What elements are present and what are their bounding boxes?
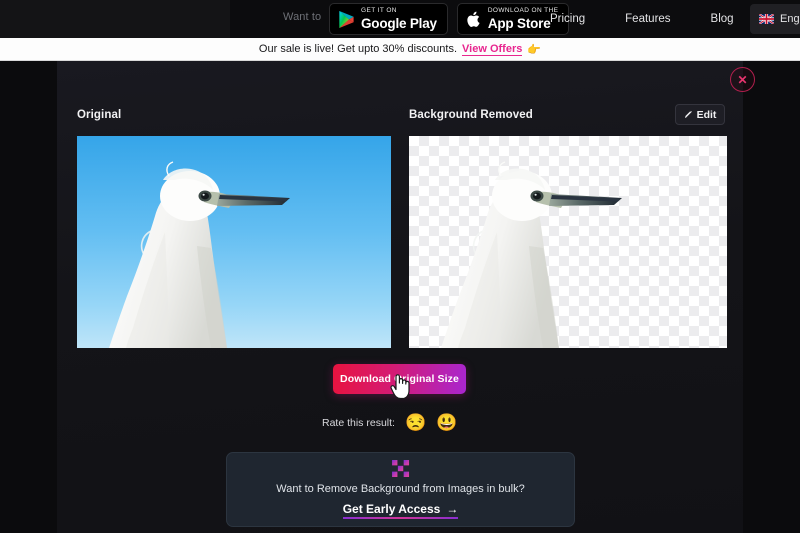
rate-result-row: Rate this result: 😒 😃 [322, 414, 457, 431]
google-play-badge[interactable]: GET IT ON Google Play [329, 3, 448, 35]
edit-button[interactable]: Edit [675, 104, 725, 125]
app-store-badge-text: Download on the App Store [487, 7, 559, 31]
removed-panel-label: Background Removed [409, 109, 533, 121]
view-offers-link[interactable]: View Offers [462, 43, 523, 56]
bulk-x-logo-icon [391, 460, 409, 477]
top-navigation-bar: Want to GET IT ON Google Play DOWNLOAD O… [0, 0, 800, 38]
language-label: English [780, 13, 800, 25]
nav-promo-text: Want to [283, 11, 322, 23]
get-early-access-link[interactable]: Get Early Access → [342, 502, 459, 519]
rate-result-label: Rate this result: [322, 416, 395, 429]
egret-photo-cutout [441, 161, 622, 348]
sale-banner-text: Our sale is live! Get upto 30% discounts… [258, 43, 458, 55]
bulk-promo-text: Want to Remove Background from Images in… [276, 483, 525, 495]
app-store-badge-top-label: Download on the [487, 7, 559, 14]
nav-link-pricing[interactable]: Pricing [550, 13, 585, 25]
google-play-icon [339, 10, 354, 28]
rate-sad-face-icon[interactable]: 😒 [405, 414, 426, 431]
egret-photo-original [77, 136, 391, 348]
nav-link-features[interactable]: Features [625, 13, 670, 25]
cta-underline [342, 517, 459, 519]
apple-icon [467, 11, 480, 27]
nav-left-region [0, 0, 230, 38]
arrow-right-icon: → [446, 502, 459, 516]
sale-banner: Our sale is live! Get upto 30% discounts… [0, 38, 800, 61]
download-button-label: Download Original Size [340, 373, 459, 385]
app-store-badge-main-label: App Store [487, 15, 551, 31]
language-selector[interactable]: English [750, 4, 800, 34]
uk-flag-icon [759, 14, 774, 24]
close-icon: ✕ [737, 72, 748, 87]
download-original-size-button[interactable]: Download Original Size [333, 364, 466, 394]
google-play-badge-top-label: GET IT ON [361, 7, 397, 14]
nav-links-group: Pricing Features Blog [550, 0, 734, 38]
google-play-badge-text: GET IT ON Google Play [361, 7, 437, 31]
get-early-access-label: Get Early Access [342, 502, 441, 516]
edit-button-label: Edit [696, 108, 717, 121]
google-play-badge-main-label: Google Play [361, 15, 437, 31]
original-panel-label: Original [77, 109, 122, 121]
rate-happy-face-icon[interactable]: 😃 [436, 414, 457, 431]
bulk-promo-card: Want to Remove Background from Images in… [226, 452, 575, 527]
pointing-hand-icon: 👉 [527, 43, 542, 56]
background-removed-image[interactable] [409, 136, 727, 348]
store-badges-group: GET IT ON Google Play Download on the Ap… [329, 3, 570, 35]
nav-link-blog[interactable]: Blog [711, 13, 734, 25]
close-modal-button[interactable]: ✕ [730, 67, 755, 92]
pencil-icon [684, 111, 692, 118]
original-image[interactable] [77, 136, 391, 348]
